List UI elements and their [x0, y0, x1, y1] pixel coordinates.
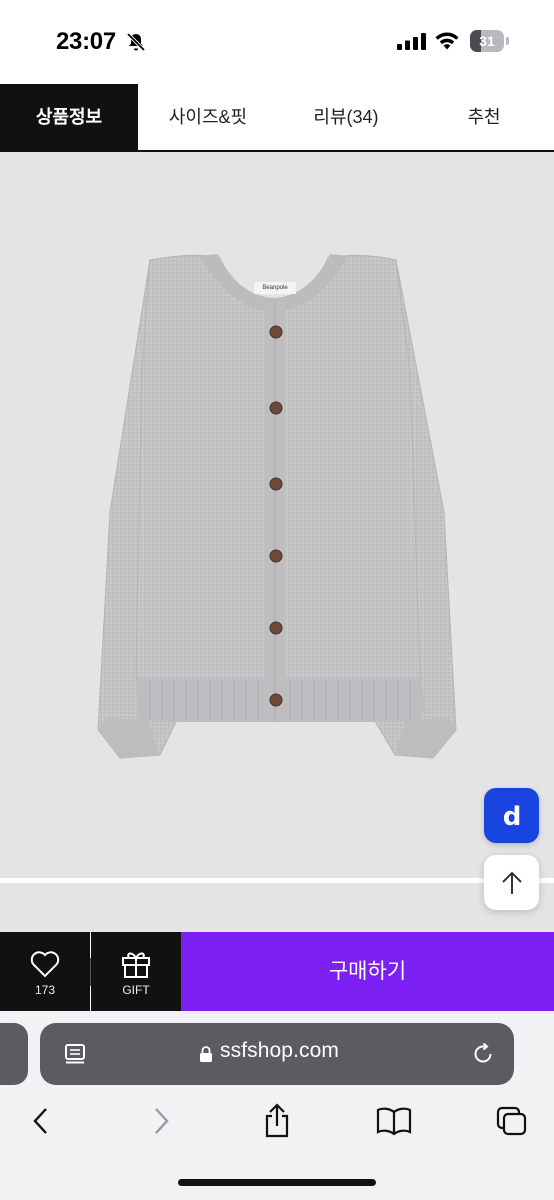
d-logo-icon: d	[502, 803, 521, 829]
gift-button[interactable]: GIFT	[91, 932, 181, 1011]
gift-icon	[122, 952, 150, 978]
page-menu-icon[interactable]	[64, 1043, 86, 1065]
back-icon	[33, 1108, 47, 1134]
product-image-label: Beanpole	[262, 285, 288, 291]
signal-icon	[397, 33, 426, 50]
d-app-button[interactable]: d	[484, 788, 539, 843]
back-button[interactable]	[21, 1099, 61, 1143]
url-text: ssfshop.com	[220, 1039, 339, 1062]
arrow-up-icon	[501, 871, 522, 894]
tab-size-fit[interactable]: 사이즈&핏	[138, 84, 278, 150]
tabs-button[interactable]	[492, 1099, 532, 1143]
status-bar: 23:07 31	[0, 0, 554, 84]
share-button[interactable]	[257, 1099, 297, 1143]
address-bar[interactable]: ssfshop.com	[40, 1023, 514, 1085]
battery-icon: 31	[470, 30, 510, 52]
tab-reviews[interactable]: 리뷰(34)	[278, 84, 414, 150]
home-indicator	[178, 1179, 376, 1186]
previous-tab-preview[interactable]	[0, 1023, 28, 1085]
wishlist-count: 173	[34, 983, 56, 997]
browser-toolbar: ssfshop.com	[0, 1011, 554, 1200]
tab-product-info[interactable]: 상품정보	[0, 84, 138, 150]
bookmarks-button[interactable]	[374, 1099, 414, 1143]
bookmarks-icon	[376, 1107, 412, 1136]
tab-recommend[interactable]: 추천	[414, 84, 554, 150]
reload-icon[interactable]	[471, 1042, 495, 1066]
scroll-top-button[interactable]	[484, 855, 539, 910]
status-time: 23:07	[56, 28, 116, 55]
forward-button[interactable]	[141, 1099, 181, 1143]
product-image[interactable]: Beanpole	[0, 152, 554, 878]
lock-icon	[200, 1046, 212, 1062]
forward-icon	[155, 1108, 169, 1134]
gift-label: GIFT	[122, 983, 150, 997]
battery-text: 31	[479, 33, 495, 49]
cardigan-image	[97, 254, 457, 759]
product-tabs: 상품정보 사이즈&핏 리뷰(34) 추천	[0, 84, 554, 152]
wishlist-button[interactable]: 173	[0, 932, 90, 1011]
buy-button[interactable]: 구매하기	[181, 932, 554, 1011]
next-section	[0, 883, 554, 933]
bell-slash-icon	[126, 32, 146, 52]
buy-bar: 173 GIFT 구매하기	[0, 932, 554, 1011]
heart-icon	[30, 951, 60, 978]
share-icon	[265, 1103, 289, 1138]
browser-nav-row	[0, 1099, 554, 1143]
svg-text:d: d	[502, 803, 521, 829]
tabs-icon	[496, 1106, 527, 1136]
wifi-icon	[435, 32, 459, 50]
